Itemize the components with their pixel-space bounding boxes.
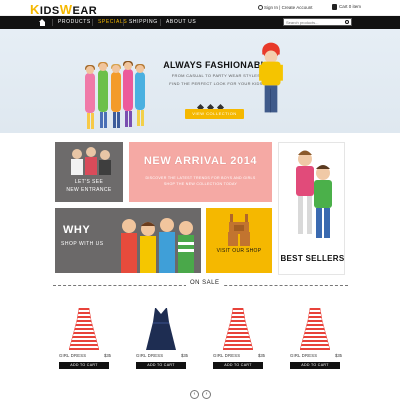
product-name: GIRL DRESS (136, 353, 164, 358)
logo-letter-w: W (59, 2, 73, 17)
nav-divider (52, 19, 53, 26)
best-sellers-label: BEST SELLERS (280, 254, 345, 263)
new-arrival-title: NEW ARRIVAL 2014 (143, 155, 258, 167)
best-sellers-photo (296, 150, 332, 238)
add-to-cart-button[interactable]: ADD TO CART (136, 362, 186, 369)
product-price: $35 (335, 353, 342, 358)
new-entrance-line-1: LET'S SEE (74, 179, 104, 185)
nav-item-about[interactable]: ABOUT US (166, 19, 196, 25)
account-links[interactable]: Sign In | Create Account (258, 5, 313, 11)
nav-divider (92, 19, 93, 26)
nav-divider (160, 19, 161, 26)
home-icon[interactable] (39, 19, 46, 26)
visit-shop-tile[interactable]: VISIT OUR SHOP (206, 208, 272, 273)
new-entrance-photo (55, 142, 123, 178)
why-subtitle: SHOP WITH US (61, 241, 104, 247)
add-to-cart-button[interactable]: ADD TO CART (290, 362, 340, 369)
nav-item-shipping[interactable]: SHIPPING (129, 19, 158, 25)
nav-item-products[interactable]: PRODUCTS (58, 19, 91, 25)
product-price: $35 (181, 353, 188, 358)
new-entrance-tile[interactable]: LET'S SEE NEW ENTRANCE (55, 142, 123, 202)
product-card[interactable]: GIRL DRESS $35 ADD TO CART (134, 292, 188, 377)
product-name: GIRL DRESS (290, 353, 318, 358)
site-logo[interactable]: KIDSWEAR (30, 2, 97, 17)
add-to-cart-button[interactable]: ADD TO CART (213, 362, 263, 369)
logo-letter-k: K (30, 2, 40, 17)
why-shop-tile[interactable]: WHY SHOP WITH US (55, 208, 201, 273)
cart-label: Cart 0 item (339, 4, 362, 10)
striped-dress-photo (223, 308, 253, 350)
visit-shop-label: VISIT OUR SHOP (216, 248, 262, 254)
page: KIDSWEAR Sign In | Create Account Cart 0… (0, 0, 400, 400)
search-icon[interactable] (345, 20, 349, 24)
hero-ornament (196, 97, 228, 112)
view-collection-button[interactable]: VIEW COLLECTION (185, 109, 244, 119)
striped-dress-photo (300, 308, 330, 350)
navy-dress-photo (146, 308, 176, 350)
product-price: $35 (104, 353, 111, 358)
search-box (283, 18, 352, 26)
product-name: GIRL DRESS (213, 353, 241, 358)
account-label: Sign In | Create Account (264, 5, 313, 10)
product-card[interactable]: GIRL DRESS $35 ADD TO CART (211, 292, 265, 377)
new-entrance-line-2: NEW ENTRANCE (66, 187, 112, 193)
top-bar: KIDSWEAR Sign In | Create Account Cart 0… (0, 0, 400, 17)
carousel-prev-button[interactable]: ‹ (190, 390, 199, 399)
new-arrival-text-1: DISCOVER THE LATEST TRENDS FOR BOYS AND … (145, 176, 256, 180)
why-shop-kids-photo (121, 218, 194, 273)
section-title: ON SALE (186, 280, 224, 286)
product-card[interactable]: GIRL DRESS $35 ADD TO CART (57, 292, 111, 377)
search-input[interactable] (284, 19, 342, 25)
add-to-cart-button[interactable]: ADD TO CART (59, 362, 109, 369)
new-arrival-tile[interactable]: NEW ARRIVAL 2014 DISCOVER THE LATEST TRE… (129, 142, 272, 202)
user-icon (258, 5, 263, 11)
shopping-bag-icon (332, 4, 337, 10)
best-sellers-tile[interactable]: BEST SELLERS (278, 142, 345, 275)
overalls-photo (228, 214, 250, 246)
hero-boy-photo (259, 42, 283, 113)
product-name: GIRL DRESS (59, 353, 87, 358)
product-price: $35 (258, 353, 265, 358)
hero-banner: ALWAYS FASHIONABLE FROM CASUAL TO PARTY … (0, 29, 400, 133)
carousel-next-button[interactable]: › (202, 390, 211, 399)
striped-dress-photo (69, 308, 99, 350)
why-title: WHY (63, 224, 91, 236)
new-arrival-text-2: SHOP THE NEW COLLECTION TODAY (163, 182, 238, 186)
product-card[interactable]: GIRL DRESS $35 ADD TO CART (288, 292, 342, 377)
cart-link[interactable]: Cart 0 item (332, 4, 361, 10)
nav-divider (123, 19, 124, 26)
